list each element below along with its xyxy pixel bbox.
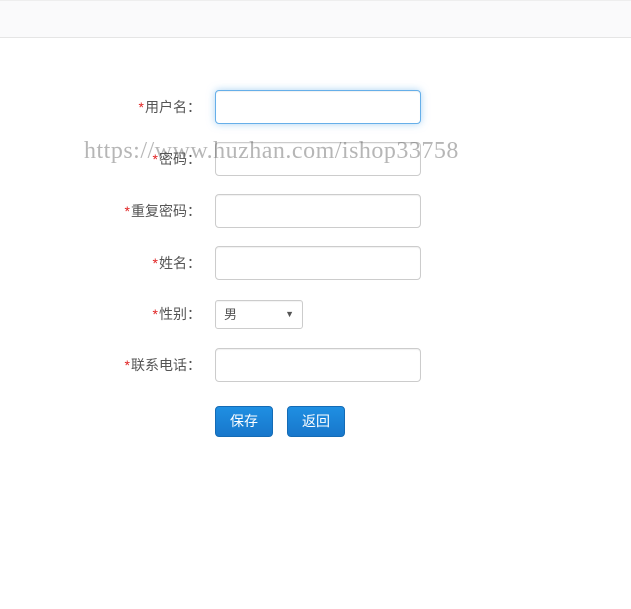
label-password: *密码： <box>0 143 215 175</box>
required-mark: * <box>153 151 158 167</box>
label-username: *用户名： <box>0 91 215 123</box>
row-name: *姓名： <box>0 246 631 280</box>
button-row: 保存 返回 <box>0 406 631 437</box>
label-repeat-password: *重复密码： <box>0 195 215 227</box>
label-name-text: 姓名： <box>159 255 201 271</box>
chevron-down-icon: ▼ <box>285 309 294 319</box>
name-input[interactable] <box>215 246 421 280</box>
label-username-text: 用户名： <box>145 99 201 115</box>
repeat-password-input[interactable] <box>215 194 421 228</box>
required-mark: * <box>139 99 144 115</box>
user-form: *用户名： *密码： *重复密码： *姓名： *性别： <box>0 38 631 437</box>
phone-input[interactable] <box>215 348 421 382</box>
password-input[interactable] <box>215 142 421 176</box>
label-phone: *联系电话： <box>0 349 215 381</box>
required-mark: * <box>153 306 158 322</box>
row-phone: *联系电话： <box>0 348 631 382</box>
row-password: *密码： <box>0 142 631 176</box>
header-bar <box>0 0 631 38</box>
label-gender-text: 性别： <box>159 306 201 322</box>
label-password-text: 密码： <box>159 151 201 167</box>
row-username: *用户名： <box>0 90 631 124</box>
required-mark: * <box>153 255 158 271</box>
label-name: *姓名： <box>0 247 215 279</box>
label-phone-text: 联系电话： <box>131 357 201 373</box>
back-button[interactable]: 返回 <box>287 406 345 437</box>
row-gender: *性别： 男 ▼ <box>0 298 631 330</box>
username-input[interactable] <box>215 90 421 124</box>
required-mark: * <box>125 357 130 373</box>
gender-select[interactable]: 男 ▼ <box>215 300 303 329</box>
label-repeat-password-text: 重复密码： <box>131 203 201 219</box>
required-mark: * <box>125 203 130 219</box>
label-gender: *性别： <box>0 298 215 330</box>
save-button[interactable]: 保存 <box>215 406 273 437</box>
row-repeat-password: *重复密码： <box>0 194 631 228</box>
